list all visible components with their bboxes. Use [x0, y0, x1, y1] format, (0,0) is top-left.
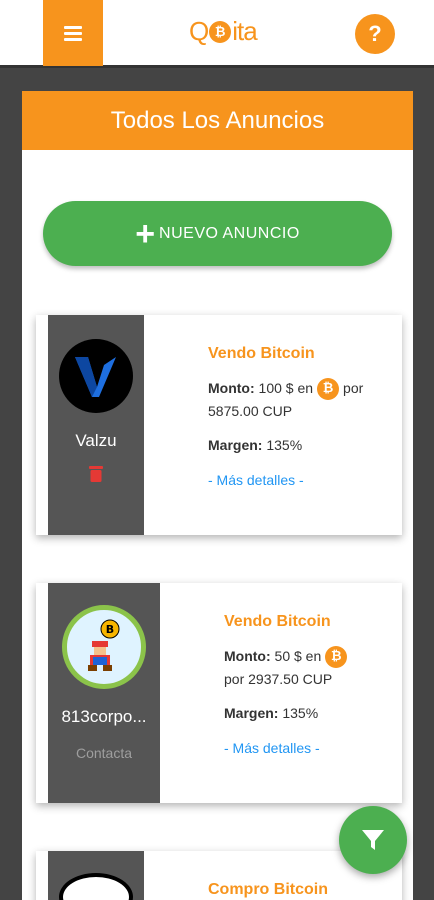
- price-value: por 2937.50 CUP: [224, 670, 333, 687]
- amount-row: Monto: 50 $ en ₿ por 2937.50 CUP: [224, 645, 399, 691]
- ad-card[interactable]: B 813corpo... Contacta Vendo Bitcoin Mon…: [36, 583, 402, 803]
- more-details-link[interactable]: - Más detalles -: [224, 737, 399, 759]
- ad-title: Compro Bitcoin: [208, 881, 328, 898]
- logo-text-left: Q: [189, 16, 209, 46]
- new-ad-label: NUEVO ANUNCIO: [159, 224, 300, 242]
- amount-label: Monto:: [224, 647, 271, 664]
- avatar: [59, 873, 133, 900]
- margin-row: Margen: 135%: [224, 702, 399, 724]
- filter-icon: [362, 830, 384, 850]
- margin-row: Margen: 135%: [208, 434, 398, 456]
- help-icon: ?: [368, 21, 382, 46]
- amount-row: Monto: 100 $ en ₿ por 5875.00 CUP: [208, 377, 398, 423]
- price-value: 5875.00 CUP: [208, 402, 293, 419]
- ad-card-user-panel: Valzu: [48, 315, 144, 535]
- ad-title: Vendo Bitcoin: [224, 613, 331, 630]
- vertex-logo-icon: [75, 357, 116, 397]
- user-name[interactable]: Valzu: [75, 431, 116, 451]
- bitcoin-icon: ₿: [325, 645, 348, 668]
- trash-icon: [89, 466, 103, 482]
- margin-label: Margen:: [224, 705, 279, 722]
- ads-panel: Todos Los Anuncios + NUEVO ANUNCIO Valzu…: [22, 91, 413, 900]
- plus-icon: +: [135, 214, 156, 253]
- avatar: [59, 339, 133, 413]
- price-prefix: por: [343, 379, 364, 396]
- help-button[interactable]: ?: [355, 14, 395, 54]
- ad-card-body: Compro Bitcoin: [208, 877, 398, 900]
- new-ad-button[interactable]: + NUEVO ANUNCIO: [43, 201, 392, 266]
- app-logo: Q ₿ ita: [189, 16, 258, 47]
- top-app-bar: Q ₿ ita ?: [0, 0, 434, 68]
- svg-text:B: B: [106, 623, 114, 636]
- more-details-link[interactable]: - Más detalles -: [208, 469, 398, 491]
- ad-title: Vendo Bitcoin: [208, 345, 315, 362]
- ad-card[interactable]: Valzu Vendo Bitcoin Monto: 100 $ en ₿ por …: [36, 315, 402, 535]
- avatar: B: [62, 605, 146, 689]
- menu-icon: [64, 23, 82, 44]
- amount-value: 50 $ en: [274, 647, 322, 664]
- bitcoin-icon: ₿: [209, 20, 232, 43]
- ad-card-user-panel: B 813corpo... Contacta: [48, 583, 160, 803]
- logo-text-right: ita: [232, 16, 257, 46]
- mario-avatar-icon: B: [88, 619, 120, 671]
- page-title: Todos Los Anuncios: [22, 91, 413, 150]
- ad-card-body: Vendo Bitcoin Monto: 100 $ en ₿ por 5875.0…: [208, 341, 398, 491]
- ad-card-body: Vendo Bitcoin Monto: 50 $ en ₿ por 2937.5…: [224, 609, 399, 759]
- filter-button[interactable]: [339, 806, 407, 874]
- amount-value: 100 $ en: [258, 379, 314, 396]
- ad-card-user-panel: [48, 851, 144, 900]
- bitcoin-icon: ₿: [317, 377, 340, 400]
- user-name[interactable]: 813corpo...: [61, 707, 146, 727]
- amount-label: Monto:: [208, 379, 255, 396]
- margin-label: Margen:: [208, 437, 263, 454]
- margin-value: 135%: [266, 437, 303, 454]
- contact-link[interactable]: Contacta: [76, 745, 132, 761]
- menu-button[interactable]: [43, 0, 103, 66]
- margin-value: 135%: [282, 705, 319, 722]
- delete-button[interactable]: [89, 465, 103, 487]
